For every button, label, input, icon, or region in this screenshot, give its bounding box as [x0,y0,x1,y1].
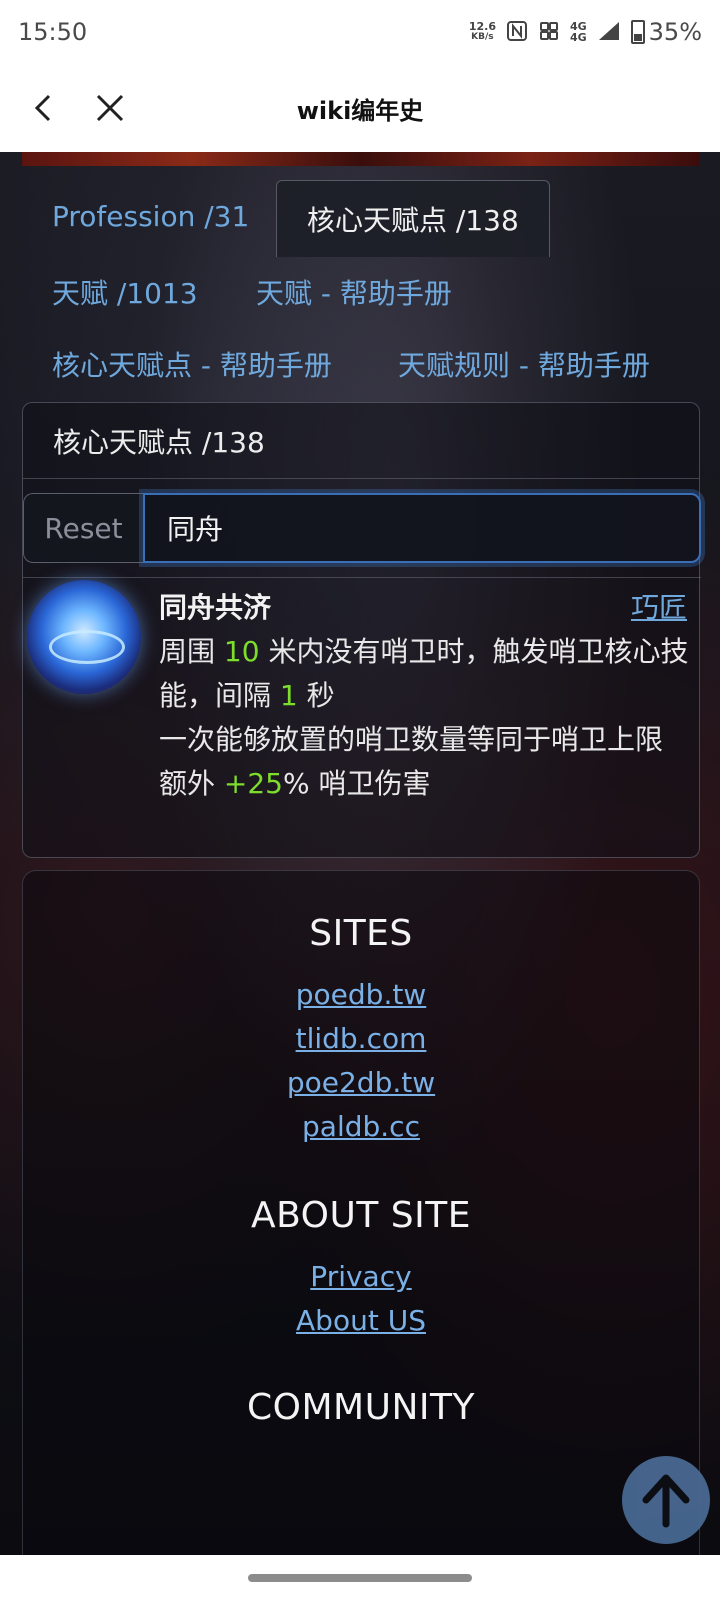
reset-button[interactable]: Reset [23,493,143,563]
page-content: Profession /31 核心天赋点 /138 天赋 /1013 天赋 - … [0,152,720,1555]
network-speed: 12.6 KB/s [468,20,496,42]
status-bar: 15:50 12.6 KB/s 4G 4G 35% [0,0,720,64]
network-type: 4G 4G [569,20,587,44]
tab-core-talent-help[interactable]: 核心天赋点 - 帮助手册 [52,344,332,384]
vibrate-icon [538,20,560,45]
arrow-up-icon [642,1474,690,1528]
site-footer: SITES poedb.tw tlidb.com poe2db.tw paldb… [22,870,700,1555]
result-class-link[interactable]: 巧匠 [631,586,687,626]
battery-icon [630,20,645,44]
nfc-icon [506,20,528,45]
about-us-link[interactable]: About US [23,1299,699,1343]
talent-panel: 核心天赋点 /138 Reset 同舟 同舟共济 巧匠 周围 10 米内没有哨卫… [22,402,701,859]
about-section: ABOUT SITE [23,1195,699,1236]
back-button[interactable] [22,86,66,130]
status-icons: 12.6 KB/s 4G 4G 35% [469,18,702,46]
about-links: Privacy About US [23,1255,699,1343]
privacy-link[interactable]: Privacy [23,1255,699,1299]
close-icon [96,94,124,122]
tab-core-talent[interactable]: 核心天赋点 /138 [276,180,550,257]
home-indicator[interactable] [248,1574,472,1582]
signal-icon [597,20,621,45]
talent-orb-icon [27,580,141,694]
tab-talent-rules-help[interactable]: 天赋规则 - 帮助手册 [398,344,650,384]
panel-header: 核心天赋点 /138 [23,403,699,479]
site-link-poedb[interactable]: poedb.tw [23,973,699,1017]
search-input[interactable]: 同舟 [143,493,701,563]
search-row: Reset 同舟 [23,493,701,563]
tab-talent-help[interactable]: 天赋 - 帮助手册 [256,272,452,312]
site-link-tlidb[interactable]: tlidb.com [23,1017,699,1061]
chevron-left-icon [34,94,51,122]
scroll-to-top-button[interactable] [622,1456,710,1544]
sites-title: SITES [309,913,413,954]
tab-talent[interactable]: 天赋 /1013 [52,272,198,312]
result-name: 同舟共济 [159,591,272,624]
tab-profession[interactable]: Profession /31 [52,200,249,233]
result-item: 同舟共济 巧匠 周围 10 米内没有哨卫时，触发哨卫核心技能，间隔 1 秒 一次… [23,577,701,859]
site-link-paldb[interactable]: paldb.cc [23,1105,699,1149]
gesture-bar [0,1555,720,1600]
page-title: wiki编年史 [296,96,424,125]
sites-links: poedb.tw tlidb.com poe2db.tw paldb.cc [23,973,699,1149]
battery-indicator: 35% [630,18,702,46]
about-title: ABOUT SITE [250,1195,471,1236]
close-button[interactable] [88,86,132,130]
banner-strip [22,152,700,166]
desc-line-2: 一次能够放置的哨卫数量等同于哨卫上限 [159,723,664,756]
sites-section: SITES [23,913,699,954]
community-title: COMMUNITY [247,1387,475,1428]
community-section: COMMUNITY [23,1387,699,1428]
desc-line-1: 周围 10 米内没有哨卫时，触发哨卫核心技能，间隔 1 秒 [159,635,689,712]
site-link-poe2db[interactable]: poe2db.tw [23,1061,699,1105]
nav-bar: wiki编年史 [0,64,720,152]
desc-line-3: 额外 +25% 哨卫伤害 [159,767,431,800]
result-description: 周围 10 米内没有哨卫时，触发哨卫核心技能，间隔 1 秒 一次能够放置的哨卫数… [159,630,689,806]
status-time: 15:50 [18,18,88,46]
